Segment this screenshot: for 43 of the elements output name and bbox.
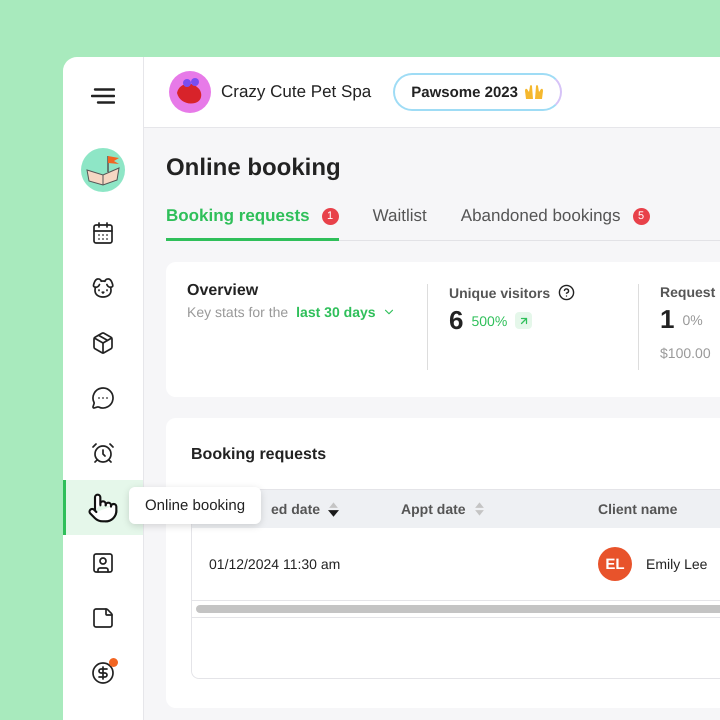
count-badge: 5 bbox=[632, 208, 650, 224]
business-name: Crazy Cute Pet Spa bbox=[221, 82, 372, 102]
stat-label: Unique visitors bbox=[449, 284, 550, 300]
client-avatar: EL bbox=[598, 547, 632, 581]
page-title: Online booking bbox=[166, 154, 342, 182]
client-name: Emily Lee bbox=[646, 556, 708, 572]
tab[interactable]: Abandoned bookings 5 bbox=[460, 206, 650, 241]
hand-cursor-icon bbox=[87, 492, 119, 524]
stat-change: 500% bbox=[471, 312, 508, 328]
table-title: Booking requests bbox=[191, 446, 328, 464]
alarm-clock-icon bbox=[91, 440, 115, 464]
stat-value: 1 bbox=[660, 304, 674, 335]
promo-button[interactable]: Pawsome 2023 bbox=[393, 73, 562, 111]
trend-up-icon bbox=[515, 312, 532, 329]
overview-title: Overview bbox=[187, 282, 260, 300]
bag-icon bbox=[91, 330, 115, 354]
dog-icon bbox=[91, 276, 115, 300]
dollar-icon bbox=[91, 660, 115, 684]
tab[interactable]: Booking requests 1 bbox=[166, 206, 339, 241]
overview-subtitle: Key stats for the bbox=[187, 304, 288, 320]
stat-label: Request bbox=[660, 284, 716, 300]
raised-hands-icon bbox=[524, 83, 544, 101]
help-icon[interactable] bbox=[558, 284, 576, 301]
column-header[interactable]: ed date bbox=[271, 501, 320, 517]
menu-icon[interactable] bbox=[91, 88, 115, 104]
calendar-icon bbox=[91, 220, 115, 244]
tooltip: Online booking bbox=[129, 487, 262, 524]
tab[interactable]: Waitlist bbox=[372, 206, 427, 241]
sort-icon[interactable] bbox=[328, 501, 340, 517]
book-avatar-drawing[interactable] bbox=[81, 148, 125, 192]
stat-value: 6 bbox=[449, 305, 464, 336]
scrollbar-thumb[interactable] bbox=[196, 605, 720, 613]
id-badge-icon bbox=[91, 550, 115, 574]
chat-icon bbox=[91, 386, 115, 410]
pet-avatar-drawing[interactable] bbox=[169, 71, 211, 113]
stat-amount: $100.00 bbox=[660, 345, 712, 361]
count-badge: 1 bbox=[322, 208, 339, 224]
notification-dot bbox=[109, 658, 118, 667]
stat-change: 0% bbox=[682, 312, 703, 328]
table-cell: 01/12/2024 11:30 am bbox=[209, 556, 340, 572]
note-icon bbox=[91, 606, 115, 630]
column-header[interactable]: Appt date bbox=[401, 501, 466, 517]
column-header[interactable]: Client name bbox=[598, 501, 678, 517]
